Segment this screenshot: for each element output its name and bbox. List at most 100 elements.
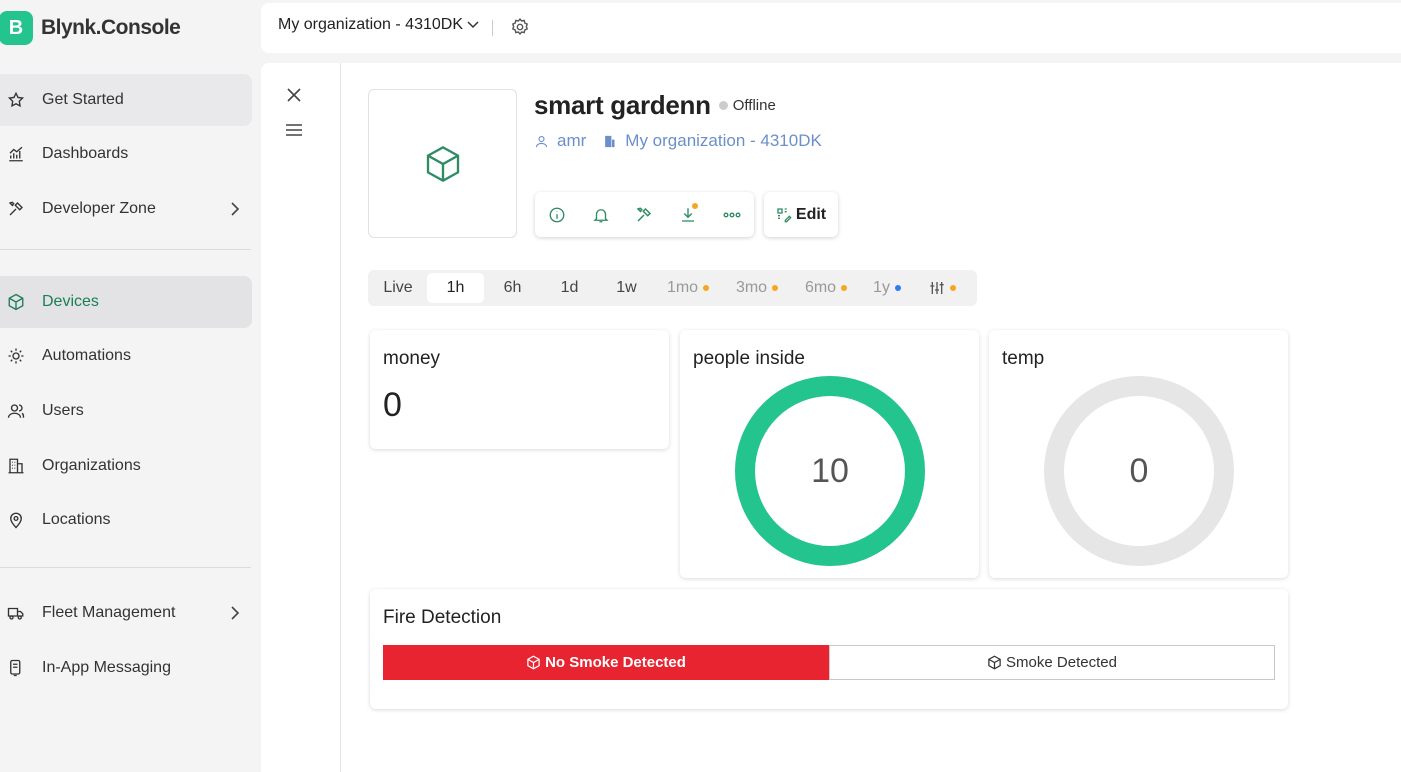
upgrade-dot	[703, 285, 710, 291]
sidebar-item-label: Devices	[42, 293, 99, 310]
user-icon	[535, 135, 548, 147]
brand-name: Blynk.Console	[41, 16, 181, 39]
building-icon	[605, 135, 615, 147]
sidebar: B Blynk.Console Get Started Dashboards D…	[0, 0, 261, 772]
brand[interactable]: B Blynk.Console	[0, 11, 181, 45]
device-name: smart gardenn	[534, 90, 711, 120]
time-range-label: Live	[383, 279, 413, 296]
cube-icon	[6, 292, 26, 312]
time-range-1d[interactable]: 1d	[547, 273, 592, 303]
location-pin-icon	[6, 510, 26, 530]
time-range-live[interactable]: Live	[374, 273, 422, 303]
hamburger-menu-icon[interactable]	[286, 123, 306, 141]
sidebar-divider	[0, 567, 251, 568]
sliders-icon	[929, 282, 944, 294]
close-icon[interactable]	[286, 87, 306, 107]
time-range-3mo[interactable]: 3mo	[729, 273, 785, 303]
sidebar-item-developer-zone[interactable]: Developer Zone	[0, 183, 252, 235]
chevron-right-icon	[230, 605, 240, 621]
users-icon	[6, 401, 26, 421]
sidebar-item-get-started[interactable]: Get Started	[0, 74, 252, 126]
sidebar-item-locations[interactable]: Locations	[0, 494, 252, 546]
time-range-label: 3mo	[735, 279, 768, 296]
info-button[interactable]	[535, 192, 579, 237]
sidebar-item-organizations[interactable]: Organizations	[0, 440, 252, 492]
sidebar-item-dashboards[interactable]: Dashboards	[0, 128, 252, 180]
widget-money[interactable]: money 0	[370, 330, 669, 449]
widget-title: money	[383, 348, 441, 369]
time-range-6h[interactable]: 6h	[490, 273, 535, 303]
time-range-label: 6mo	[804, 279, 837, 296]
gauge-value: 0	[1129, 451, 1149, 490]
device-panel: smart gardenn Offline amr My organizatio…	[261, 63, 1401, 772]
upgrade-dot	[841, 285, 848, 291]
time-range-label: 6h	[503, 279, 522, 296]
developer-tools-button[interactable]	[623, 192, 667, 237]
sidebar-item-label: Users	[42, 402, 84, 419]
more-icon	[723, 212, 741, 217]
device-organization-link[interactable]: My organization - 4310DK	[602, 131, 822, 151]
time-range-1y[interactable]: 1y	[865, 273, 909, 303]
time-range-selector: Live 1h 6h 1d 1w 1mo 3mo 6mo 1y	[368, 270, 977, 306]
sidebar-item-users[interactable]: Users	[0, 385, 252, 437]
bell-icon	[593, 208, 609, 222]
sidebar-item-label: In-App Messaging	[42, 659, 171, 676]
cube-icon	[988, 655, 1001, 670]
gauge-value: 10	[811, 451, 849, 490]
toolbar-divider	[492, 20, 493, 36]
widget-title: Fire Detection	[383, 607, 502, 628]
device-owner-link[interactable]: amr	[534, 131, 586, 151]
segment-label: No Smoke Detected	[545, 654, 686, 671]
device-image	[368, 89, 517, 238]
widget-value: 0	[383, 386, 402, 424]
device-panel-rail	[261, 63, 341, 772]
chevron-right-icon	[230, 201, 240, 217]
status-badge: Offline	[718, 97, 776, 114]
sidebar-item-devices[interactable]: Devices	[0, 276, 252, 328]
gear-icon[interactable]	[510, 17, 532, 39]
chart-icon	[6, 144, 26, 164]
widget-people-inside[interactable]: people inside 10	[680, 330, 979, 578]
segment-smoke-detected[interactable]: Smoke Detected	[829, 645, 1275, 680]
time-range-1w[interactable]: 1w	[604, 273, 649, 303]
more-button[interactable]	[710, 192, 754, 237]
device-meta: amr My organization - 4310DK	[534, 131, 838, 151]
info-dot	[894, 285, 901, 291]
edit-grid-icon	[777, 207, 792, 222]
automation-icon	[6, 346, 26, 366]
edit-dashboard-button[interactable]: Edit	[764, 192, 838, 237]
upgrade-dot	[772, 285, 779, 291]
sidebar-item-label: Developer Zone	[42, 200, 156, 217]
segment-no-smoke-detected[interactable]: No Smoke Detected	[383, 645, 829, 680]
time-range-1h[interactable]: 1h	[427, 273, 484, 303]
notifications-button[interactable]	[579, 192, 623, 237]
notification-dot	[692, 203, 699, 209]
sidebar-item-label: Locations	[42, 511, 111, 528]
sidebar-item-fleet-management[interactable]: Fleet Management	[0, 587, 252, 639]
sidebar-item-in-app-messaging[interactable]: In-App Messaging	[0, 642, 252, 694]
cube-icon	[527, 655, 540, 670]
status-label: Offline	[732, 97, 776, 114]
sidebar-item-label: Automations	[42, 347, 131, 364]
time-range-label: 1d	[560, 279, 579, 296]
device-owner: amr	[557, 131, 587, 150]
time-range-1mo[interactable]: 1mo	[660, 273, 716, 303]
device-actions	[535, 192, 754, 237]
building-icon	[6, 456, 26, 476]
time-range-6mo[interactable]: 6mo	[798, 273, 854, 303]
organization-selector[interactable]: My organization - 4310DK	[278, 16, 479, 34]
edit-button-label: Edit	[795, 205, 827, 223]
custom-range-button[interactable]	[920, 273, 964, 303]
truck-icon	[6, 603, 26, 623]
widget-title: temp	[1002, 348, 1045, 369]
chevron-down-icon	[467, 21, 479, 29]
sidebar-item-automations[interactable]: Automations	[0, 330, 252, 382]
segment-label: Smoke Detected	[1006, 654, 1117, 671]
download-button[interactable]	[666, 192, 710, 237]
status-dot	[718, 101, 728, 110]
time-range-label: 1h	[446, 279, 465, 296]
widget-temp[interactable]: temp 0	[989, 330, 1288, 578]
time-range-label: 1w	[616, 279, 637, 296]
widget-fire-detection: Fire Detection No Smoke Detected Smoke D…	[370, 589, 1288, 709]
tools-icon	[637, 206, 652, 222]
